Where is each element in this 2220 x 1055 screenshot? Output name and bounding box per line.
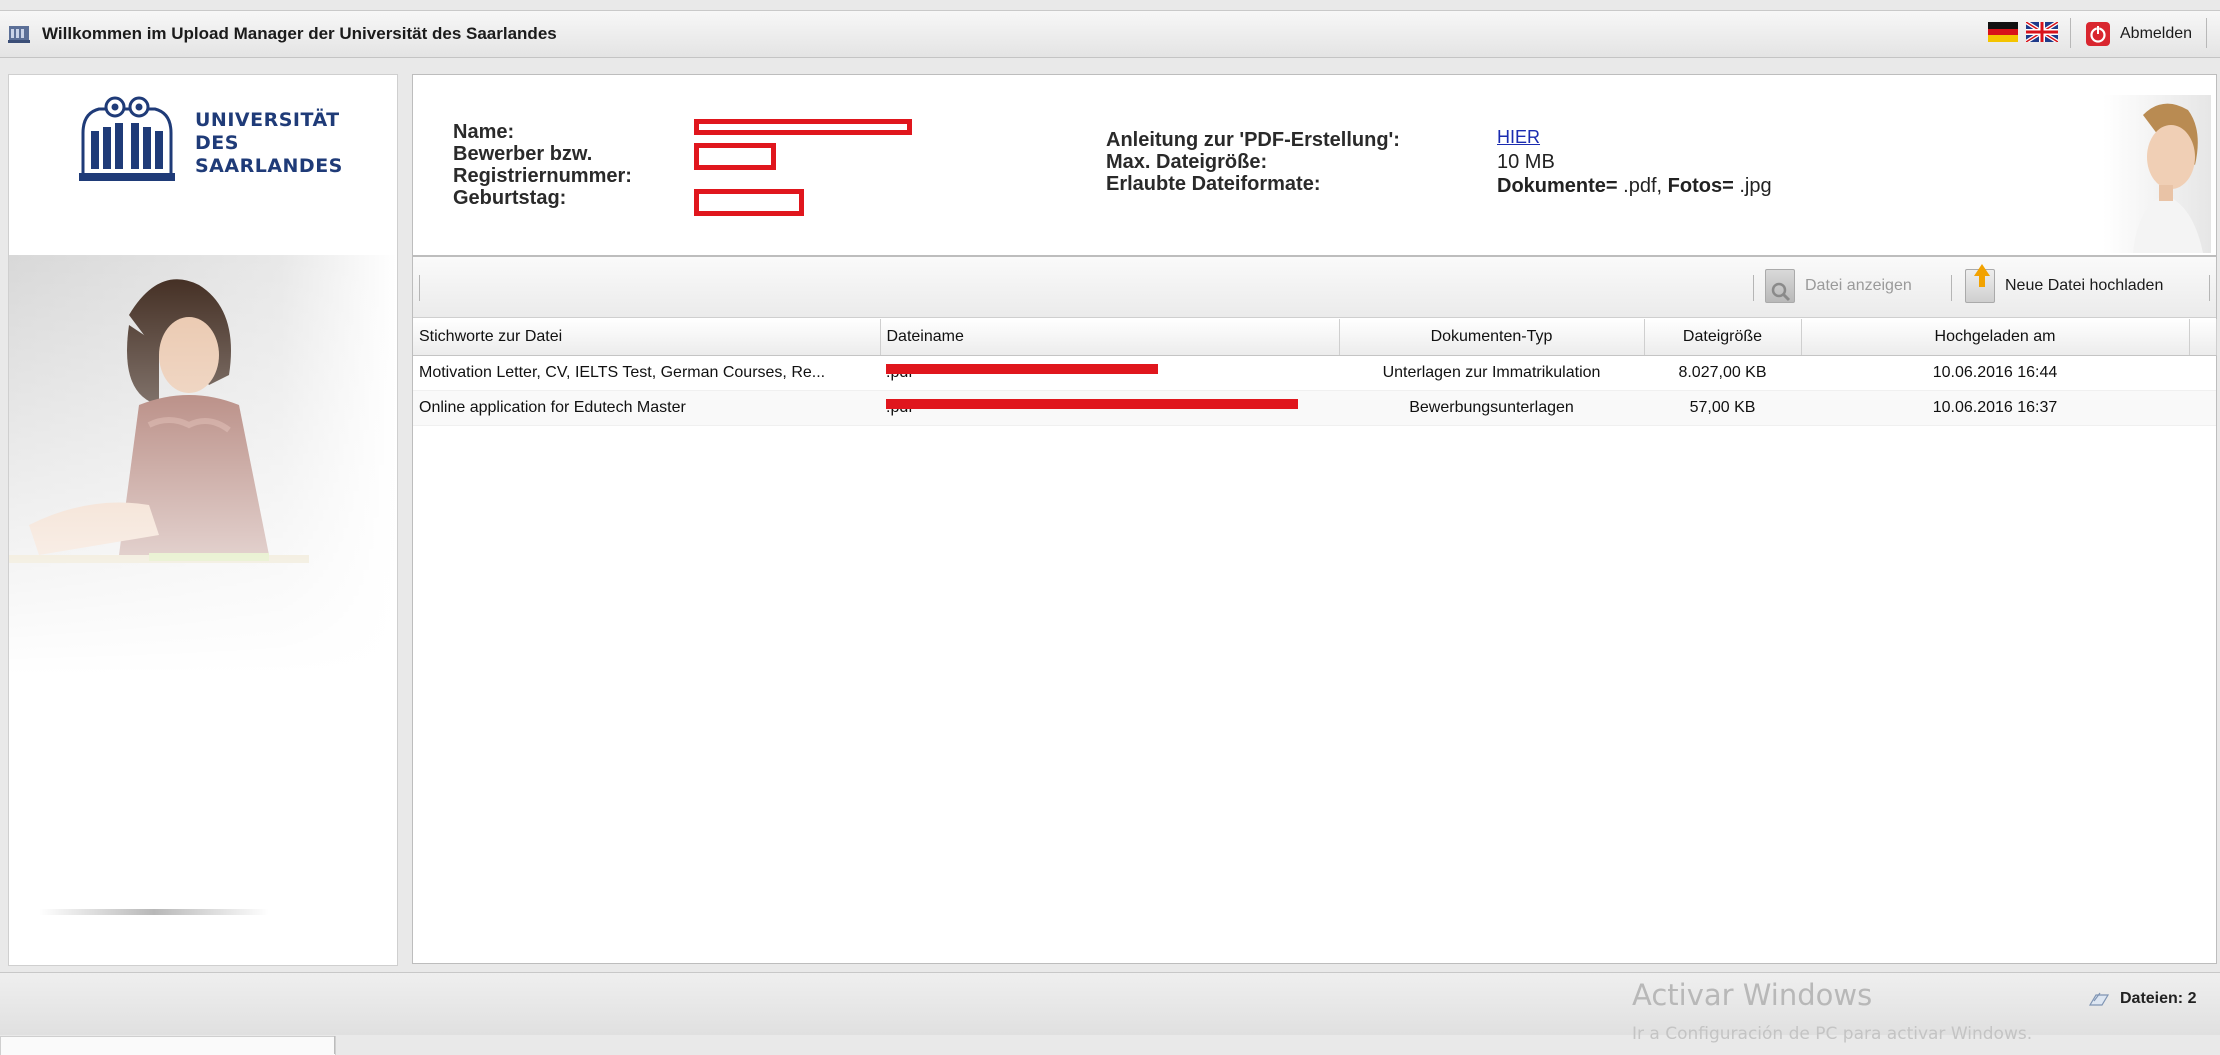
column-header-filename[interactable]: Dateiname bbox=[880, 319, 1340, 356]
photos-format-label: Fotos= bbox=[1667, 175, 1734, 197]
column-header-uploaded-at[interactable]: Hochgeladen am bbox=[1801, 319, 2190, 356]
view-file-button[interactable]: Datei anzeigen bbox=[1765, 263, 1912, 309]
toolbar-separator bbox=[2209, 275, 2210, 301]
logout-label: Abmelden bbox=[2120, 25, 2193, 42]
applicant-id-label-2: Registriernummer: bbox=[453, 165, 632, 187]
pdf-guide-link[interactable]: HIER bbox=[1497, 127, 1540, 147]
redacted-filename bbox=[886, 399, 1298, 409]
cell-keywords: Online application for Edutech Master bbox=[413, 390, 880, 426]
wordmark-line-3: SAARLANDES bbox=[195, 155, 343, 177]
table-row[interactable]: Motivation Letter, CV, IELTS Test, Germa… bbox=[413, 355, 2216, 391]
docs-format-value: .pdf, bbox=[1623, 175, 1663, 197]
toolbar-separator bbox=[1753, 275, 1754, 301]
branding-panel: UNIVERSITÄT DES SAARLANDES bbox=[8, 74, 398, 966]
windows-activation-watermark-title: Activar Windows bbox=[1632, 978, 1873, 1012]
applicant-id-label-1: Bewerber bzw. bbox=[453, 143, 593, 165]
title-bar: Willkommen im Upload Manager der Univers… bbox=[0, 10, 2220, 58]
name-label: Name: bbox=[453, 121, 515, 143]
allowed-formats-value: Dokumente= .pdf, Fotos= .jpg bbox=[1497, 175, 1772, 198]
files-panel: Datei anzeigen Neue Datei hochladen Stic… bbox=[412, 256, 2217, 964]
decorative-shadow bbox=[39, 909, 269, 915]
cell-keywords: Motivation Letter, CV, IELTS Test, Germa… bbox=[413, 355, 880, 391]
british-flag-icon[interactable] bbox=[2026, 22, 2058, 42]
upload-new-file-button[interactable]: Neue Datei hochladen bbox=[1965, 263, 2163, 309]
file-toolbar: Datei anzeigen Neue Datei hochladen bbox=[413, 257, 2216, 318]
files-icon bbox=[2088, 992, 2110, 1006]
cell-uploaded-at: 10.06.2016 16:37 bbox=[1801, 390, 2189, 426]
applicant-info-panel: Name: Bewerber bzw. Registriernummer: Ge… bbox=[412, 74, 2217, 256]
pdf-guide-label: Anleitung zur 'PDF-Erstellung': bbox=[1106, 129, 1400, 151]
cell-filename: .pdf bbox=[880, 355, 1339, 391]
bottom-tab-separator bbox=[334, 1036, 335, 1054]
toolbar-separator bbox=[1951, 275, 1952, 301]
column-header-file-size[interactable]: Dateigröße bbox=[1644, 319, 1802, 356]
upload-new-file-label: Neue Datei hochladen bbox=[2005, 277, 2164, 294]
cell-file-size: 8.027,00 KB bbox=[1644, 355, 1801, 391]
cell-document-type: Unterlagen zur Immatrikulation bbox=[1339, 355, 1644, 391]
redacted-filename bbox=[886, 364, 1158, 374]
university-wordmark: UNIVERSITÄT DES SAARLANDES bbox=[195, 109, 343, 178]
allowed-formats-label: Erlaubte Dateiformate: bbox=[1106, 173, 1321, 195]
photos-format-value: .jpg bbox=[1739, 175, 1772, 197]
cell-uploaded-at: 10.06.2016 16:44 bbox=[1801, 355, 2189, 391]
view-file-label: Datei anzeigen bbox=[1805, 277, 1912, 294]
title-separator-right bbox=[2206, 18, 2207, 48]
student-photo bbox=[9, 255, 397, 675]
redacted-name bbox=[694, 119, 912, 135]
column-header-document-type[interactable]: Dokumenten-Typ bbox=[1339, 319, 1645, 356]
upload-icon bbox=[1965, 264, 1995, 303]
max-size-label: Max. Dateigröße: bbox=[1106, 151, 1268, 173]
table-row[interactable]: Online application for Edutech Master .p… bbox=[413, 390, 2216, 426]
birthday-label: Geburtstag: bbox=[453, 187, 567, 209]
bottom-tab[interactable] bbox=[0, 1036, 336, 1055]
toolbar-separator bbox=[419, 275, 420, 301]
upload-manager-icon bbox=[8, 26, 30, 43]
support-avatar bbox=[2103, 95, 2211, 253]
windows-activation-watermark-subtitle: Ir a Configuración de PC para activar Wi… bbox=[1632, 1024, 2033, 1044]
app-title: Willkommen im Upload Manager der Univers… bbox=[42, 24, 557, 43]
power-icon bbox=[2086, 22, 2110, 46]
cell-file-size: 57,00 KB bbox=[1644, 390, 1801, 426]
max-size-value: 10 MB bbox=[1497, 151, 1555, 173]
logout-button[interactable]: Abmelden bbox=[2086, 19, 2192, 49]
cell-document-type: Bewerbungsunterlagen bbox=[1339, 390, 1644, 426]
files-count-label: Dateien: 2 bbox=[2120, 990, 2197, 1007]
redacted-applicant-id bbox=[694, 143, 776, 170]
german-flag-icon[interactable] bbox=[1988, 22, 2018, 42]
table-header-row: Stichworte zur Datei Dateiname Dokumente… bbox=[413, 319, 2217, 356]
wordmark-line-1: UNIVERSITÄT bbox=[195, 109, 340, 131]
redacted-birthday bbox=[694, 189, 804, 216]
cell-filename: .pdf bbox=[880, 390, 1339, 426]
column-header-spacer bbox=[2189, 319, 2217, 356]
wordmark-line-2: DES bbox=[195, 132, 239, 154]
column-header-keywords[interactable]: Stichworte zur Datei bbox=[413, 319, 881, 356]
title-separator bbox=[2070, 18, 2071, 48]
file-table: Stichworte zur Datei Dateiname Dokumente… bbox=[413, 319, 2217, 426]
university-seal-logo bbox=[79, 96, 175, 181]
docs-format-label: Dokumente= bbox=[1497, 175, 1618, 197]
view-document-icon bbox=[1765, 269, 1795, 303]
files-count: Dateien: 2 bbox=[2088, 990, 2196, 1008]
